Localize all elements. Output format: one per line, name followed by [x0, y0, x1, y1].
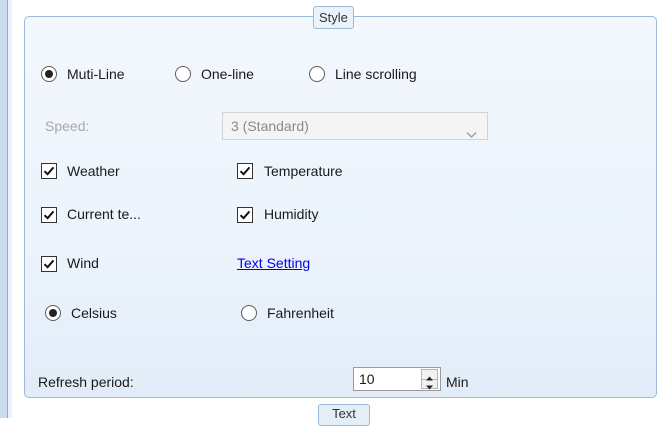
radio-celsius-label: Celsius [71, 305, 117, 321]
radio-one-line[interactable] [175, 66, 191, 82]
checkbox-temperature[interactable] [237, 163, 253, 179]
checkbox-wind-label: Wind [67, 255, 99, 271]
speed-select-value: 3 (Standard) [231, 118, 309, 134]
speed-label: Speed: [45, 118, 90, 134]
group-title: Style [313, 6, 354, 29]
next-group-tab: Text [318, 404, 370, 426]
checkmark-icon [43, 259, 55, 269]
chevron-down-icon [466, 121, 477, 147]
refresh-period-label: Refresh period: [38, 374, 134, 390]
spinner-down-button[interactable] [422, 379, 437, 390]
radio-fahrenheit-label: Fahrenheit [267, 305, 334, 321]
checkbox-weather-label: Weather [67, 163, 120, 179]
radio-celsius[interactable] [45, 305, 61, 321]
checkbox-humidity[interactable] [237, 207, 253, 223]
checkmark-icon [43, 166, 55, 176]
checkbox-wind[interactable] [41, 256, 57, 272]
checkbox-current-temperature-label: Current te... [67, 206, 141, 222]
checkbox-current-temperature[interactable] [41, 207, 57, 223]
radio-line-scrolling[interactable] [309, 66, 325, 82]
radio-fahrenheit[interactable] [241, 305, 257, 321]
speed-select[interactable]: 3 (Standard) [222, 112, 488, 140]
refresh-period-spinner[interactable]: 10 [353, 367, 441, 391]
radio-one-line-label: One-line [201, 66, 254, 82]
checkmark-icon [239, 210, 251, 220]
text-setting-link[interactable]: Text Setting [237, 255, 310, 271]
checkmark-icon [43, 210, 55, 220]
radio-multi-line-label: Muti-Line [67, 66, 125, 82]
checkbox-weather[interactable] [41, 163, 57, 179]
checkbox-temperature-label: Temperature [264, 163, 343, 179]
checkmark-icon [239, 166, 251, 176]
radio-line-scrolling-label: Line scrolling [335, 66, 417, 82]
checkbox-humidity-label: Humidity [264, 206, 319, 222]
left-splitter-bar [0, 0, 12, 418]
spinner-arrows-icon [421, 369, 438, 390]
refresh-period-unit: Min [446, 374, 469, 390]
refresh-period-value: 10 [359, 371, 375, 387]
radio-multi-line[interactable] [41, 66, 57, 82]
